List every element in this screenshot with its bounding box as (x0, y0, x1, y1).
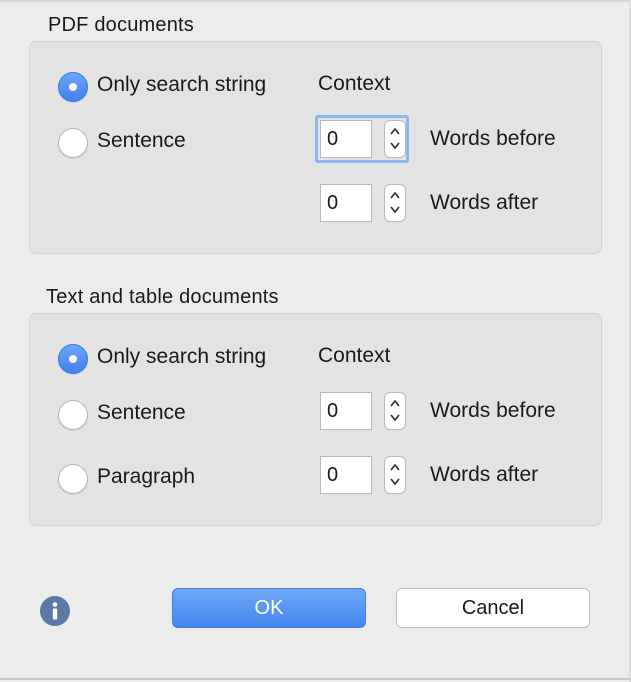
info-icon[interactable] (40, 596, 70, 626)
pdf-words-after-label: Words after (430, 191, 539, 214)
pdf-words-before-field[interactable]: 0 (320, 120, 372, 158)
pdf-words-before-stepper[interactable] (384, 120, 406, 158)
info-glyph (52, 602, 58, 620)
pdf-words-after-stepper[interactable] (384, 184, 406, 222)
pdf-words-before-label: Words before (430, 127, 556, 150)
pdf-radio-only-search-string[interactable] (58, 72, 88, 102)
cancel-button[interactable]: Cancel (396, 588, 590, 628)
text-table-sentence-label[interactable]: Sentence (97, 401, 186, 425)
pdf-radio-sentence[interactable] (58, 128, 88, 158)
pdf-only-search-string-label[interactable]: Only search string (97, 73, 266, 97)
text-table-radio-paragraph[interactable] (58, 464, 88, 494)
pdf-words-after-field[interactable]: 0 (320, 184, 372, 222)
text-table-context-label: Context (318, 344, 391, 367)
text-table-words-after-stepper[interactable] (384, 456, 406, 494)
text-table-words-before-field[interactable]: 0 (320, 392, 372, 430)
pdf-sentence-label[interactable]: Sentence (97, 129, 186, 153)
stepper-arrows-icon (390, 127, 400, 150)
pdf-context-label: Context (318, 72, 391, 95)
text-table-words-before-stepper[interactable] (384, 392, 406, 430)
text-table-only-search-string-label[interactable]: Only search string (97, 345, 266, 369)
stepper-arrows-icon (390, 463, 400, 486)
text-table-words-before-label: Words before (430, 399, 556, 422)
radio-dot (69, 355, 77, 363)
text-table-words-after-label: Words after (430, 463, 539, 486)
text-table-section-title: Text and table documents (46, 286, 279, 308)
pdf-section-title: PDF documents (48, 14, 194, 36)
text-table-radio-only-search-string[interactable] (58, 344, 88, 374)
ok-button[interactable]: OK (172, 588, 366, 628)
stepper-arrows-icon (390, 399, 400, 422)
window-top-edge (0, 0, 631, 2)
radio-dot (69, 83, 77, 91)
text-table-paragraph-label[interactable]: Paragraph (97, 465, 195, 489)
stepper-arrows-icon (390, 191, 400, 214)
window-bottom-edge (0, 678, 631, 680)
text-table-words-after-field[interactable]: 0 (320, 456, 372, 494)
text-table-radio-sentence[interactable] (58, 400, 88, 430)
